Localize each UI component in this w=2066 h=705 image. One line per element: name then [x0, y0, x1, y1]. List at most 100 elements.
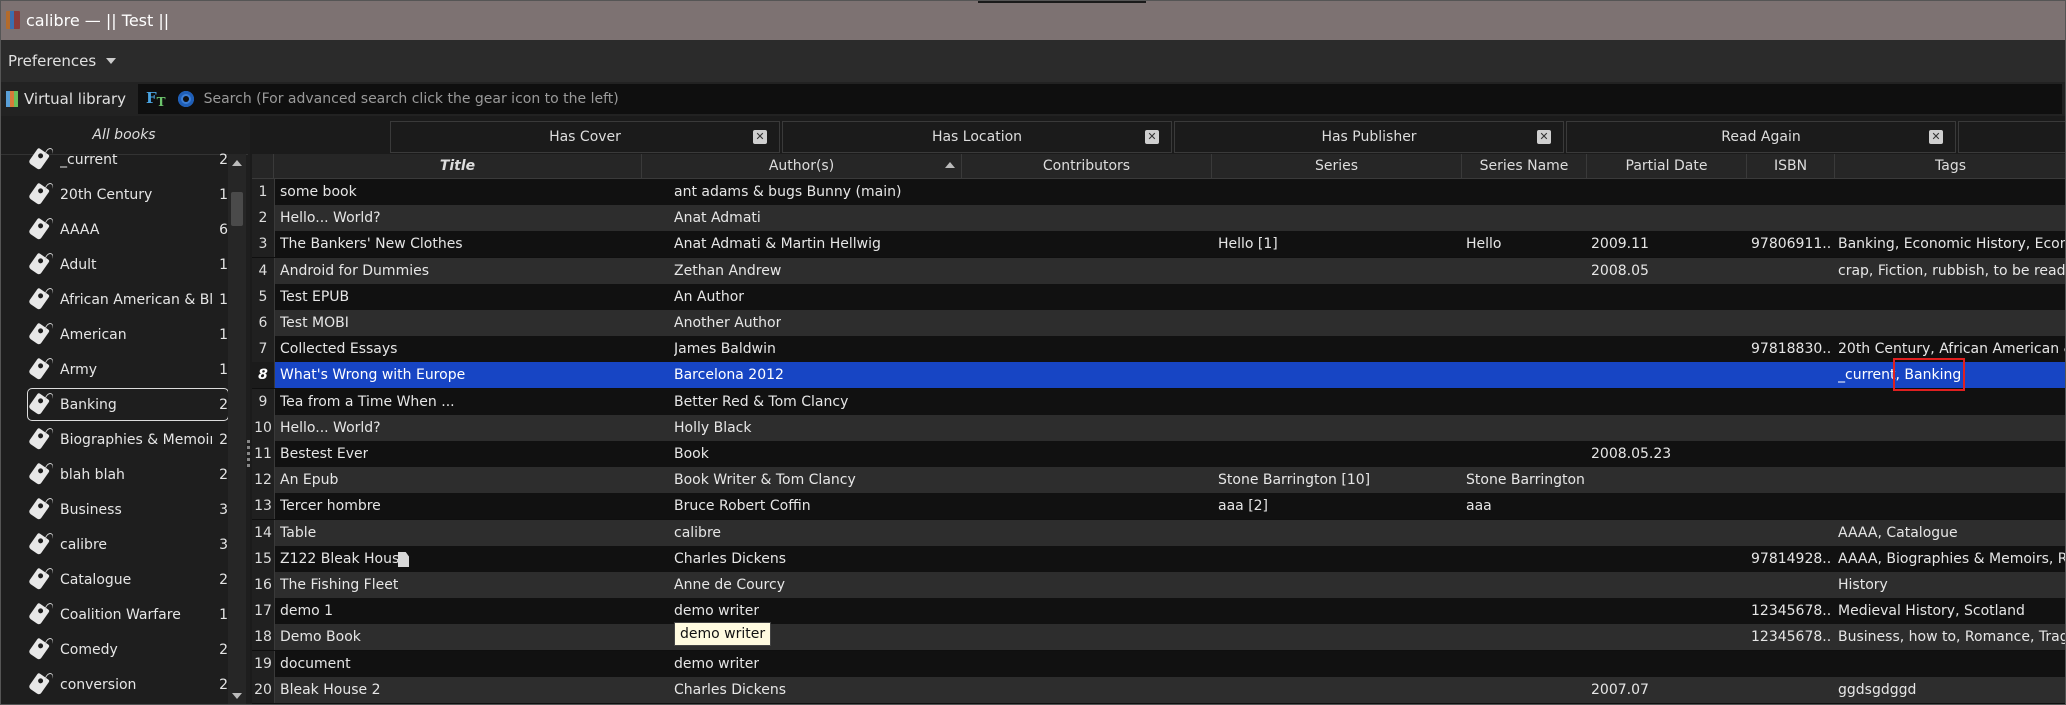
cell-title[interactable]: Tea from a Time When ... [280, 389, 455, 415]
table-row[interactable]: 16 The Fishing Fleet Anne de Courcy History [252, 572, 2066, 598]
cell-tags[interactable]: Medieval History, Scotland [1838, 598, 2066, 624]
cell-isbn[interactable]: 12345678... [1751, 598, 1831, 624]
cell-authors[interactable]: James Baldwin [674, 336, 776, 362]
cell-series[interactable]: Hello [1] [1218, 231, 1278, 257]
table-row[interactable]: 7 Collected Essays James Baldwin 97818830..… [252, 336, 2066, 363]
search-input[interactable]: Search (For advanced search click the ge… [204, 91, 619, 107]
cell-isbn[interactable] [1751, 493, 1831, 519]
tag-browser-item[interactable]: blah blah 2 [28, 459, 228, 490]
cell-tags[interactable] [1838, 205, 2066, 231]
table-row[interactable]: 13 Tercer hombre Bruce Robert Coffin aaa [2… [252, 493, 2066, 520]
tag-browser-item[interactable]: Catalogue 2 [28, 564, 228, 595]
table-row[interactable]: 8 What's Wrong with Europe Barcelona 2012 _… [252, 362, 2066, 389]
column-header-tags[interactable]: Tags [1835, 154, 2066, 178]
cell-authors[interactable]: Barcelona 2012 [674, 362, 784, 388]
cell-authors[interactable]: demo writer [674, 651, 759, 677]
column-header-title[interactable]: Title [274, 154, 642, 178]
cell-title[interactable]: The Bankers' New Clothes [280, 231, 463, 257]
cell-title[interactable]: Test EPUB [280, 284, 349, 310]
tag-browser-item[interactable]: Army 1 [28, 354, 228, 385]
cell-authors[interactable]: ant adams & bugs Bunny (main) [674, 179, 901, 205]
cell-tags[interactable]: AAAA, Biographies & Memoirs, Re [1838, 546, 2066, 572]
cell-authors[interactable]: Zethan Andrew [674, 258, 781, 284]
column-header-series[interactable]: Series [1212, 154, 1462, 178]
cell-authors[interactable]: Anat Admati [674, 205, 761, 231]
cell-authors[interactable]: Book Writer & Tom Clancy [674, 467, 856, 493]
cell-series-name[interactable]: Stone Barrington [1466, 467, 1585, 493]
cell-title[interactable]: Table [280, 520, 316, 546]
cell-title[interactable]: An Epub [280, 467, 338, 493]
table-row[interactable]: 15 Z122 Bleak House Charles Dickens 9781492… [252, 545, 2066, 572]
cell-date[interactable]: 2008.05 [1591, 258, 1649, 284]
table-row[interactable]: 20 Bleak House 2 Charles Dickens 2007.07 ggd… [252, 676, 2066, 703]
cell-tags[interactable] [1838, 389, 2066, 415]
tag-browser-item[interactable]: African American & Bla 1 [28, 284, 228, 315]
table-row[interactable]: 2 Hello... World? Anat Admati [252, 205, 2066, 232]
cell-title[interactable]: Android for Dummies [280, 258, 429, 284]
tag-browser-item[interactable]: Banking 2 [27, 388, 229, 421]
cell-title[interactable]: Z122 Bleak House [280, 546, 408, 572]
cell-tags[interactable]: History [1838, 572, 2066, 598]
cell-tags[interactable] [1838, 441, 2066, 467]
full-text-search-icon[interactable]: FT [146, 89, 166, 109]
cell-isbn[interactable]: 97818830... [1751, 336, 1831, 362]
table-row[interactable]: 6 Test MOBI Another Author [252, 310, 2066, 336]
cell-authors[interactable]: calibre [674, 520, 721, 546]
cell-title[interactable]: Bleak House 2 [280, 677, 380, 703]
tag-browser-item[interactable]: _current 2 [28, 144, 228, 175]
cell-isbn[interactable] [1751, 310, 1831, 336]
cell-tags[interactable] [1838, 310, 2066, 336]
tag-browser-item[interactable]: American 1 [28, 319, 228, 350]
cell-tags[interactable] [1838, 415, 2066, 441]
table-row[interactable]: 9 Tea from a Time When ... Better Red & To… [252, 388, 2066, 415]
table-row[interactable]: 4 Android for Dummies Zethan Andrew 2008.05… [252, 257, 2066, 284]
cell-date[interactable]: 2007.07 [1591, 677, 1649, 703]
cell-isbn[interactable] [1751, 520, 1831, 546]
table-row[interactable]: 18 Demo Book 12345678... Business, how to, … [252, 624, 2066, 651]
cell-date[interactable]: 2008.05.23 [1591, 441, 1671, 467]
cell-title[interactable]: document [280, 651, 351, 677]
column-header-partial-date[interactable]: Partial Date [1587, 154, 1747, 178]
cell-authors[interactable]: Anne de Courcy [674, 572, 785, 598]
cell-tags[interactable] [1838, 467, 2066, 493]
cell-authors[interactable]: Better Red & Tom Clancy [674, 389, 848, 415]
cell-authors[interactable]: Book [674, 441, 709, 467]
cell-authors[interactable]: demo writer [674, 598, 759, 624]
tag-browser-item[interactable]: Coalition Warfare 1 [28, 599, 228, 630]
cell-isbn[interactable] [1751, 572, 1831, 598]
cell-isbn[interactable] [1751, 258, 1831, 284]
scroll-thumb[interactable] [231, 192, 243, 226]
table-row[interactable]: 17 demo 1 demo writer 12345678... Medieval H… [252, 598, 2066, 625]
cell-authors[interactable]: Charles Dickens [674, 677, 786, 703]
cell-date[interactable]: 2009.11 [1591, 231, 1649, 257]
tag-browser-item[interactable]: Business 3 [28, 494, 228, 525]
cell-isbn[interactable] [1751, 677, 1831, 703]
table-row[interactable]: 12 An Epub Book Writer & Tom Clancy Stone B… [252, 467, 2066, 494]
cell-isbn[interactable] [1751, 467, 1831, 493]
cell-title[interactable]: What's Wrong with Europe [280, 362, 465, 388]
tag-browser-scrollbar[interactable] [228, 154, 246, 705]
cell-authors[interactable]: Holly Black [674, 415, 752, 441]
pinned-view-more[interactable] [1958, 121, 2066, 153]
table-row[interactable]: 14 Table calibre AAAA, Catalogue [252, 519, 2066, 546]
cell-tags[interactable]: Banking, Economic History, Econo... [1838, 231, 2066, 257]
cell-tags[interactable]: ggdsgdggd [1838, 677, 2066, 703]
cell-title[interactable]: Bestest Ever [280, 441, 368, 467]
close-icon[interactable]: ✕ [1145, 130, 1159, 144]
preferences-menu[interactable]: Preferences [8, 52, 117, 70]
tag-browser-item[interactable]: 20th Century 1 [28, 179, 228, 210]
cell-tags[interactable]: Business, how to, Romance, Traged [1838, 624, 2066, 650]
cell-title[interactable]: Demo Book [280, 624, 361, 650]
cell-series[interactable]: aaa [2] [1218, 493, 1268, 519]
cell-isbn[interactable] [1751, 441, 1831, 467]
cell-title[interactable]: Test MOBI [280, 310, 349, 336]
cell-authors[interactable]: Bruce Robert Coffin [674, 493, 811, 519]
cell-title[interactable]: Hello... World? [280, 415, 381, 441]
cell-tags[interactable]: crap, Fiction, rubbish, to be read [1838, 258, 2066, 284]
cell-title[interactable]: demo 1 [280, 598, 333, 624]
scroll-up-icon[interactable] [232, 160, 242, 166]
cell-title[interactable]: Hello... World? [280, 205, 381, 231]
tag-browser-item[interactable]: Biographies & Memoir 2 [28, 424, 228, 455]
cell-title[interactable]: some book [280, 179, 357, 205]
gear-icon[interactable] [177, 91, 194, 107]
